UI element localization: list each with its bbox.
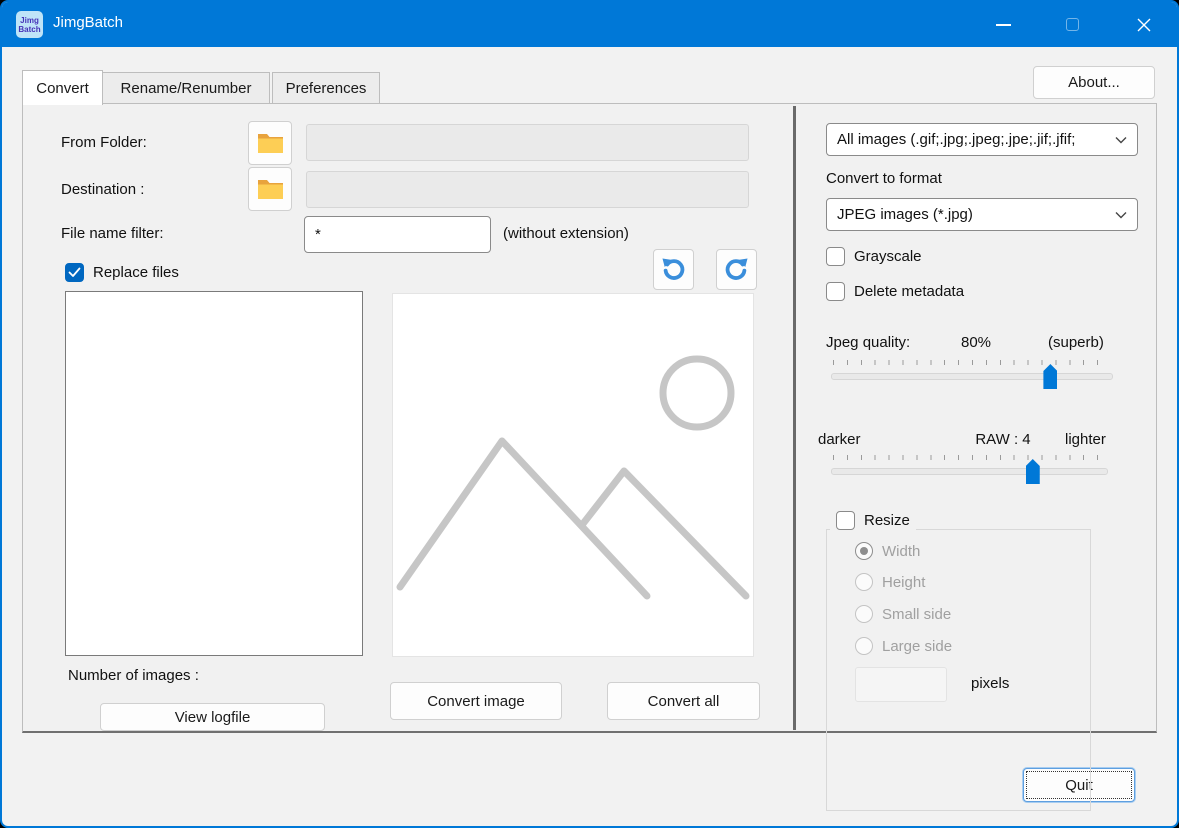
tab-preferences[interactable]: Preferences: [272, 72, 380, 104]
jpeg-quality-ticks: [833, 360, 1111, 365]
about-button[interactable]: About...: [1033, 66, 1155, 99]
delete-metadata-checkbox-box: [826, 282, 845, 301]
rotate-left-button[interactable]: [653, 249, 694, 290]
panel-separator: [793, 106, 796, 730]
jpeg-quality-suffix: (superb): [1048, 334, 1104, 351]
replace-files-checkbox-box: [65, 263, 84, 282]
convert-tab-page: From Folder: Destination : File name fil…: [22, 103, 1157, 733]
tab-rename-renumber[interactable]: Rename/Renumber: [103, 72, 270, 104]
jpeg-quality-slider[interactable]: [831, 373, 1113, 380]
delete-metadata-label: Delete metadata: [854, 283, 964, 300]
convert-all-button[interactable]: Convert all: [607, 682, 760, 720]
file-filter-label: File name filter:: [61, 225, 164, 242]
raw-darker-label: darker: [818, 431, 861, 448]
folder-icon: [257, 178, 284, 200]
resize-width-label: Width: [882, 543, 920, 560]
grayscale-label: Grayscale: [854, 248, 922, 265]
jpeg-quality-value: 80%: [961, 334, 991, 351]
tab-preferences-label: Preferences: [286, 80, 367, 97]
grayscale-checkbox[interactable]: Grayscale: [826, 247, 922, 266]
resize-option-height: Height: [855, 573, 925, 591]
delete-metadata-checkbox[interactable]: Delete metadata: [826, 282, 964, 301]
grayscale-checkbox-box: [826, 247, 845, 266]
resize-option-large-side: Large side: [855, 637, 952, 655]
replace-files-label: Replace files: [93, 264, 179, 281]
image-preview: [392, 293, 754, 657]
tab-convert-label: Convert: [36, 80, 89, 97]
resize-label: Resize: [864, 512, 910, 529]
placeholder-image-icon: [393, 294, 753, 656]
jpeg-quality-label: Jpeg quality:: [826, 334, 910, 351]
radio-icon: [855, 573, 873, 591]
resize-option-small-side: Small side: [855, 605, 951, 623]
rotate-right-button[interactable]: [716, 249, 757, 290]
app-icon: Jimg Batch: [16, 11, 43, 38]
rotate-left-icon: [660, 256, 687, 283]
file-filter-hint: (without extension): [503, 225, 629, 242]
source-format-dropdown[interactable]: All images (.gif;.jpg;.jpeg;.jpe;.jif;.j…: [826, 123, 1138, 156]
app-window: Jimg Batch JimgBatch Convert Rename/Renu…: [0, 0, 1179, 828]
app-icon-text-top: Jimg: [16, 16, 43, 25]
tab-convert[interactable]: Convert: [22, 70, 103, 105]
resize-checkbox-box: [836, 511, 855, 530]
from-folder-browse-button[interactable]: [248, 121, 292, 165]
radio-icon: [855, 637, 873, 655]
replace-files-checkbox[interactable]: Replace files: [65, 263, 179, 282]
maximize-button[interactable]: [1049, 2, 1095, 47]
window-title: JimgBatch: [53, 14, 123, 31]
minimize-icon: [996, 24, 1011, 26]
image-list[interactable]: [65, 291, 363, 656]
destination-browse-button[interactable]: [248, 167, 292, 211]
raw-brightness-slider[interactable]: [831, 468, 1108, 475]
app-icon-text-bottom: Batch: [16, 25, 43, 34]
chevron-down-icon: [1115, 211, 1127, 219]
resize-checkbox[interactable]: Resize: [830, 511, 916, 530]
destination-path-field: [306, 171, 749, 208]
close-icon: [1136, 17, 1152, 33]
check-icon: [68, 267, 81, 278]
close-button[interactable]: [1121, 2, 1167, 47]
view-logfile-button[interactable]: View logfile: [100, 703, 325, 731]
raw-slider-ticks: [833, 455, 1106, 460]
chevron-down-icon: [1115, 136, 1127, 144]
title-bar: Jimg Batch JimgBatch: [2, 2, 1177, 47]
convert-image-button[interactable]: Convert image: [390, 682, 562, 720]
radio-icon: [855, 605, 873, 623]
from-folder-label: From Folder:: [61, 134, 147, 151]
target-format-dropdown[interactable]: JPEG images (*.jpg): [826, 198, 1138, 231]
pixels-label: pixels: [971, 675, 1009, 692]
rotate-right-icon: [723, 256, 750, 283]
raw-lighter-label: lighter: [1065, 431, 1106, 448]
jpeg-quality-slider-thumb[interactable]: [1043, 364, 1057, 389]
convert-to-format-label: Convert to format: [826, 170, 942, 187]
minimize-button[interactable]: [980, 2, 1026, 47]
destination-label: Destination :: [61, 181, 144, 198]
resize-large-side-label: Large side: [882, 638, 952, 655]
resize-height-label: Height: [882, 574, 925, 591]
radio-icon: [855, 542, 873, 560]
resize-small-side-label: Small side: [882, 606, 951, 623]
number-of-images-label: Number of images :: [68, 667, 199, 684]
from-folder-path-field: [306, 124, 749, 161]
resize-option-width: Width: [855, 542, 920, 560]
file-filter-input[interactable]: [304, 216, 491, 253]
target-format-value: JPEG images (*.jpg): [837, 206, 1115, 223]
tab-rename-label: Rename/Renumber: [121, 80, 252, 97]
folder-icon: [257, 132, 284, 154]
maximize-icon: [1066, 18, 1079, 31]
raw-slider-thumb[interactable]: [1026, 459, 1040, 484]
resize-pixels-input: [855, 667, 947, 702]
source-format-value: All images (.gif;.jpg;.jpeg;.jpe;.jif;.j…: [837, 131, 1115, 148]
